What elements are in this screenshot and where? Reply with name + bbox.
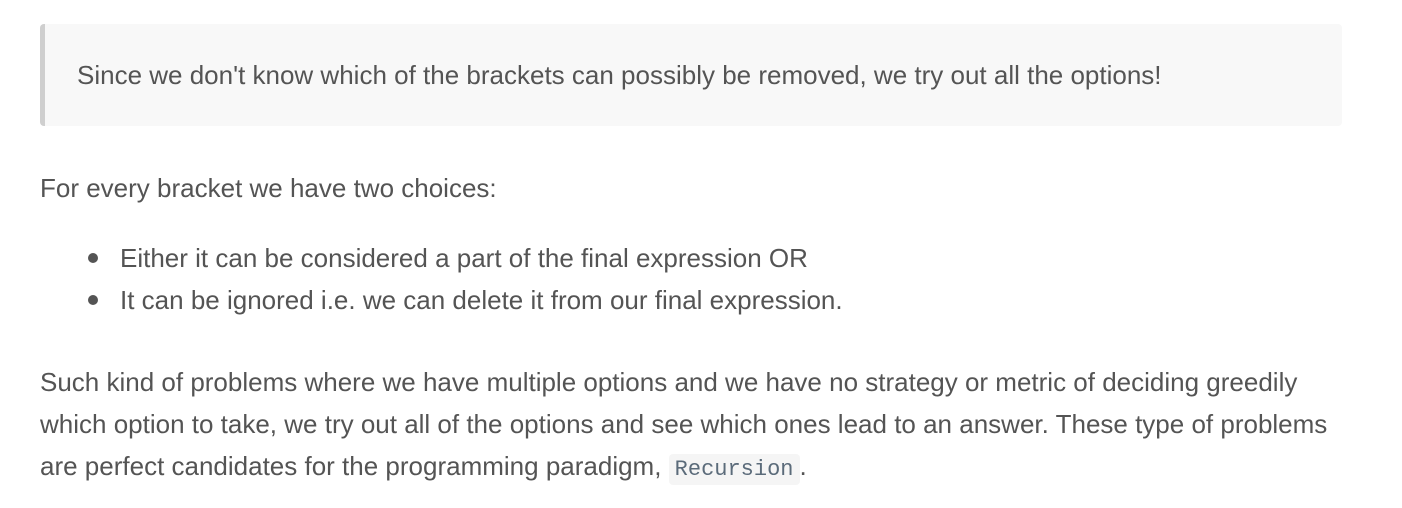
- list-item-text: Either it can be considered a part of th…: [120, 243, 808, 273]
- blockquote-callout: Since we don't know which of the bracket…: [40, 24, 1342, 126]
- callout-text: Since we don't know which of the bracket…: [77, 60, 1162, 90]
- inline-code-recursion: Recursion: [668, 454, 800, 485]
- paragraph-trailing: .: [799, 451, 807, 481]
- article-content: Since we don't know which of the bracket…: [40, 24, 1342, 485]
- list-item-text: It can be ignored i.e. we can delete it …: [120, 285, 843, 315]
- bullet-dot-icon: [88, 295, 98, 305]
- recursion-paragraph: Such kind of problems where we have mult…: [40, 361, 1350, 491]
- list-item: It can be ignored i.e. we can delete it …: [40, 279, 843, 321]
- choices-list: Either it can be considered a part of th…: [40, 237, 843, 321]
- bullet-dot-icon: [88, 253, 98, 263]
- list-item: Either it can be considered a part of th…: [40, 237, 843, 279]
- choices-intro: For every bracket we have two choices:: [40, 173, 497, 203]
